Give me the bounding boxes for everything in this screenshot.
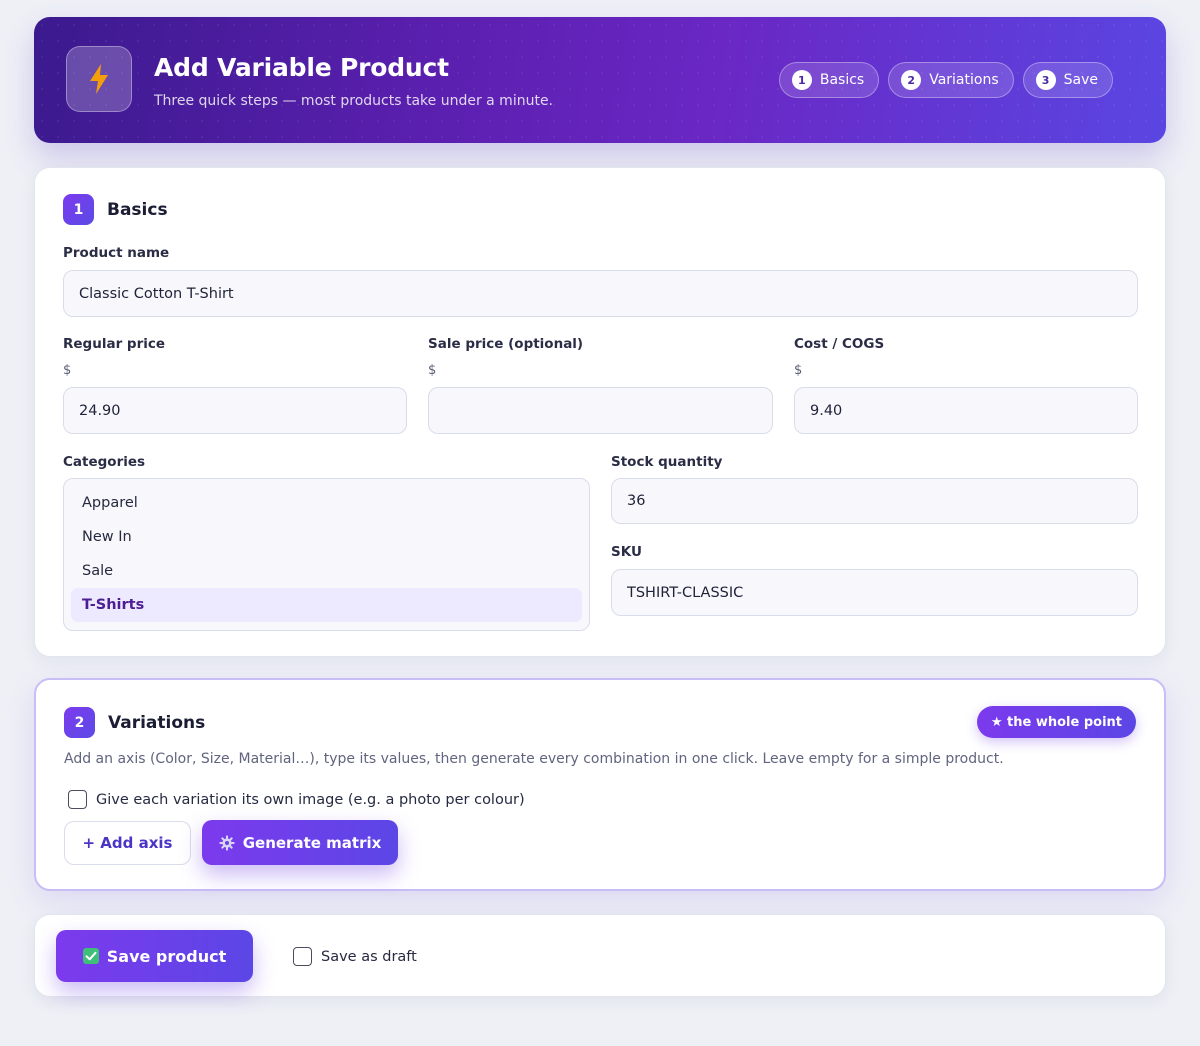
step-label: Save xyxy=(1063,72,1098,88)
page-subtitle: Three quick steps — most products take u… xyxy=(154,93,554,109)
section-header: 2 Variations xyxy=(64,707,205,738)
add-axis-button[interactable]: + Add axis xyxy=(64,821,191,865)
variations-section: 2 Variations ★ the whole point Add an ax… xyxy=(34,678,1166,891)
category-option[interactable]: Sale xyxy=(71,554,582,588)
currency-symbol: $ xyxy=(63,363,72,378)
section-number: 2 xyxy=(64,707,95,738)
regular-price-label: Regular price xyxy=(63,336,166,352)
step-number: 1 xyxy=(791,70,812,90)
sale-price-input[interactable] xyxy=(428,387,773,434)
categories-listbox[interactable]: Apparel New In Sale T-Shirts xyxy=(63,478,590,631)
sku-input[interactable]: TSHIRT-CLASSIC xyxy=(611,569,1138,616)
category-option-selected[interactable]: T-Shirts xyxy=(71,588,582,622)
gear-icon xyxy=(219,835,235,851)
page-title: Add Variable Product xyxy=(154,53,449,82)
section-number: 1 xyxy=(63,194,94,225)
generate-matrix-button[interactable]: Generate matrix xyxy=(202,820,398,865)
checkmark-icon xyxy=(82,948,99,964)
image-per-variation-checkbox[interactable] xyxy=(68,790,87,809)
checkbox-label: Give each variation its own image (e.g. … xyxy=(96,791,525,808)
save-section: Save product Save as draft xyxy=(34,914,1166,997)
button-label: Generate matrix xyxy=(242,833,382,852)
save-draft-checkbox[interactable] xyxy=(293,947,312,966)
step-number: 3 xyxy=(1035,70,1056,90)
feature-badge: ★ the whole point xyxy=(976,706,1136,738)
section-title: Basics xyxy=(107,199,168,220)
page-header: Add Variable Product Three quick steps —… xyxy=(34,17,1166,143)
product-name-label: Product name xyxy=(63,245,170,261)
regular-price-input[interactable]: 24.90 xyxy=(63,387,407,434)
step-save[interactable]: 3 Save xyxy=(1022,62,1113,98)
step-variations[interactable]: 2 Variations xyxy=(888,62,1014,98)
cost-label: Cost / COGS xyxy=(794,336,885,352)
sale-price-label: Sale price (optional) xyxy=(428,336,584,352)
save-draft-row[interactable]: Save as draft xyxy=(293,947,417,966)
categories-label: Categories xyxy=(63,454,146,470)
save-product-button[interactable]: Save product xyxy=(56,930,253,982)
product-name-input[interactable]: Classic Cotton T-Shirt xyxy=(63,270,1138,317)
checkbox-label: Save as draft xyxy=(321,948,417,965)
variations-description: Add an axis (Color, Size, Material…), ty… xyxy=(64,751,1004,767)
currency-symbol: $ xyxy=(428,363,437,378)
step-label: Basics xyxy=(819,72,865,88)
category-option[interactable]: New In xyxy=(71,520,582,554)
category-option[interactable]: Apparel xyxy=(71,486,582,520)
sku-label: SKU xyxy=(611,544,642,560)
stock-label: Stock quantity xyxy=(611,454,723,470)
lightning-icon xyxy=(66,46,132,112)
step-basics[interactable]: 1 Basics xyxy=(778,62,880,98)
cost-input[interactable]: 9.40 xyxy=(794,387,1138,434)
step-number: 2 xyxy=(901,70,922,90)
currency-symbol: $ xyxy=(794,363,803,378)
basics-section: 1 Basics Product name Classic Cotton T-S… xyxy=(34,167,1166,657)
step-label: Variations xyxy=(929,72,999,88)
button-label: Save product xyxy=(106,946,227,966)
section-header: 1 Basics xyxy=(63,194,168,225)
stock-input[interactable]: 36 xyxy=(611,478,1138,524)
step-nav: 1 Basics 2 Variations 3 Save xyxy=(778,62,1113,98)
section-title: Variations xyxy=(108,712,206,733)
image-per-variation-row[interactable]: Give each variation its own image (e.g. … xyxy=(68,790,525,809)
